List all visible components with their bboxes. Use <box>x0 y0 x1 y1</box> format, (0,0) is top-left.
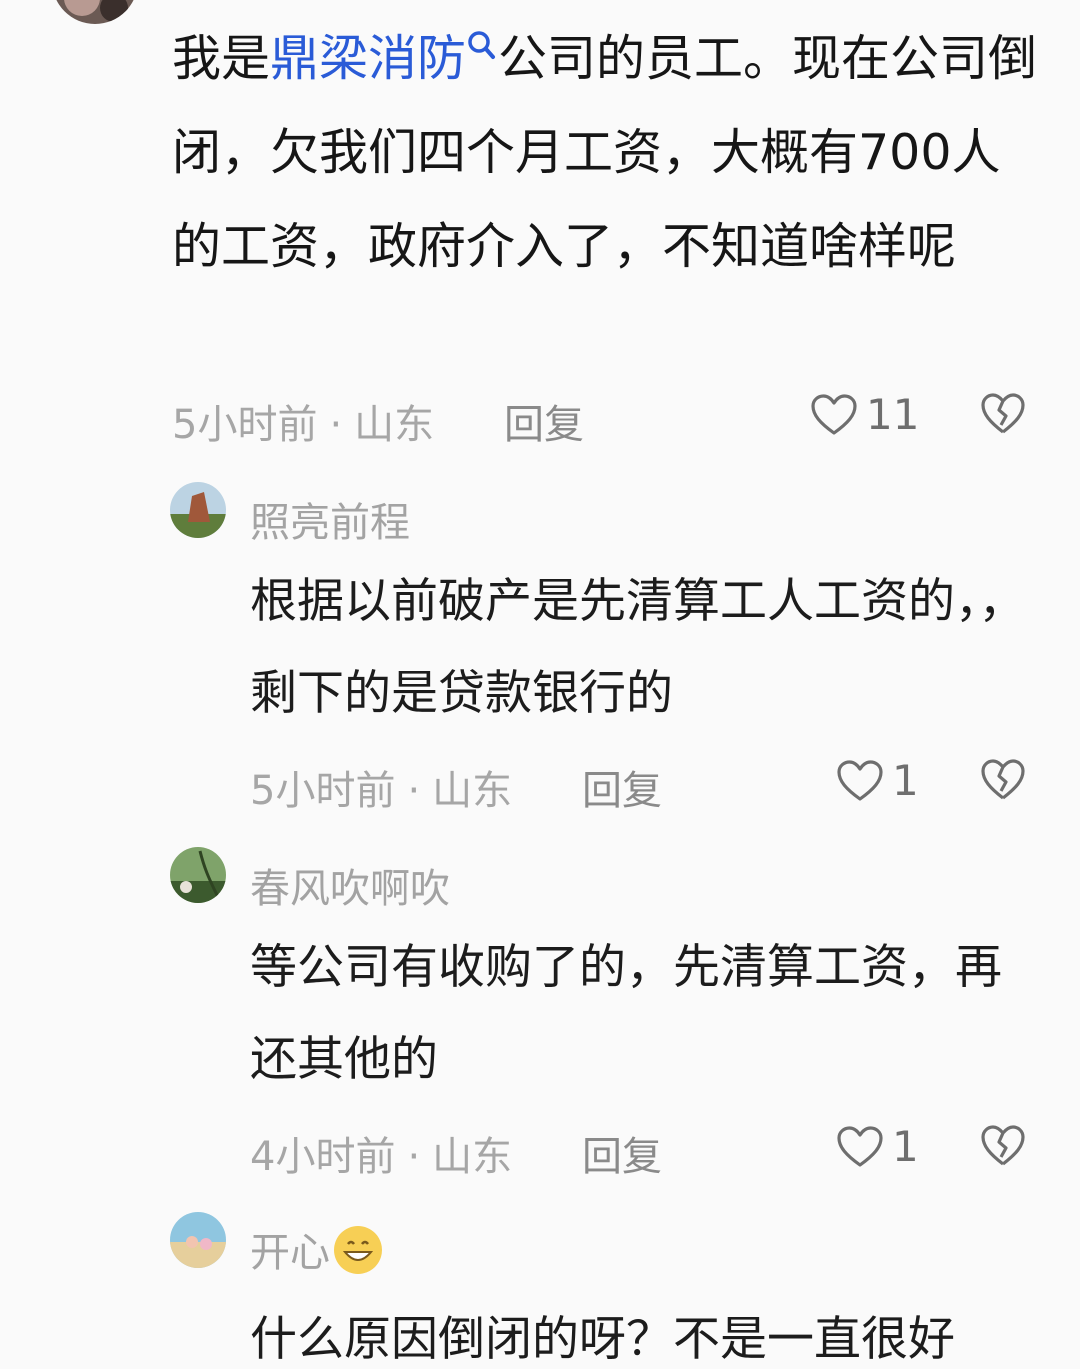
reply-avatar[interactable] <box>170 847 226 903</box>
reply-meta: 5小时前 · 山东 <box>250 768 513 814</box>
reply-avatar[interactable] <box>170 1212 226 1268</box>
search-icon[interactable] <box>466 29 496 63</box>
reply-button[interactable]: 回复 <box>582 758 662 816</box>
reply-text: 根据以前破产是先清算工人工资的，，剩下的是贷款银行的 <box>250 574 1026 721</box>
reply-button[interactable]: 回复 <box>582 1124 662 1182</box>
broken-heart-icon[interactable] <box>980 1124 1026 1168</box>
heart-icon <box>837 1125 883 1167</box>
grinning-face-emoji <box>334 1226 382 1274</box>
reply-text: 什么原因倒闭的呀？不是一直很好 <box>250 1312 955 1367</box>
reply-username[interactable]: 开心 <box>250 1220 384 1278</box>
reply-avatar[interactable] <box>170 482 226 538</box>
like-button[interactable]: 1 <box>836 756 919 805</box>
like-count: 11 <box>866 390 920 439</box>
reply-text: 等公司有收购了的，先清算工资，再还其他的 <box>250 940 1002 1087</box>
like-button[interactable]: 11 <box>810 390 919 439</box>
reply-username[interactable]: 照亮前程 <box>250 490 410 548</box>
main-comment-meta: 5小时前 · 山东 <box>172 402 435 448</box>
reply-username[interactable]: 春风吹啊吹 <box>250 856 450 914</box>
broken-heart-icon[interactable] <box>980 392 1026 436</box>
reply-meta: 4小时前 · 山东 <box>250 1134 513 1180</box>
like-count: 1 <box>892 756 919 805</box>
broken-heart-icon[interactable] <box>980 758 1026 802</box>
keyword-link[interactable]: 鼎梁消防 <box>270 30 466 87</box>
heart-icon <box>837 759 883 801</box>
like-count: 1 <box>892 1122 919 1171</box>
heart-icon <box>811 393 857 435</box>
main-commenter-avatar[interactable] <box>52 0 138 24</box>
like-button[interactable]: 1 <box>836 1122 919 1171</box>
reply-button[interactable]: 回复 <box>504 392 584 450</box>
main-comment-text: 我是鼎梁消防 公司的员工。现在公司倒闭，欠我们四个月工资，大概有700人的工资，政… <box>172 29 1038 275</box>
